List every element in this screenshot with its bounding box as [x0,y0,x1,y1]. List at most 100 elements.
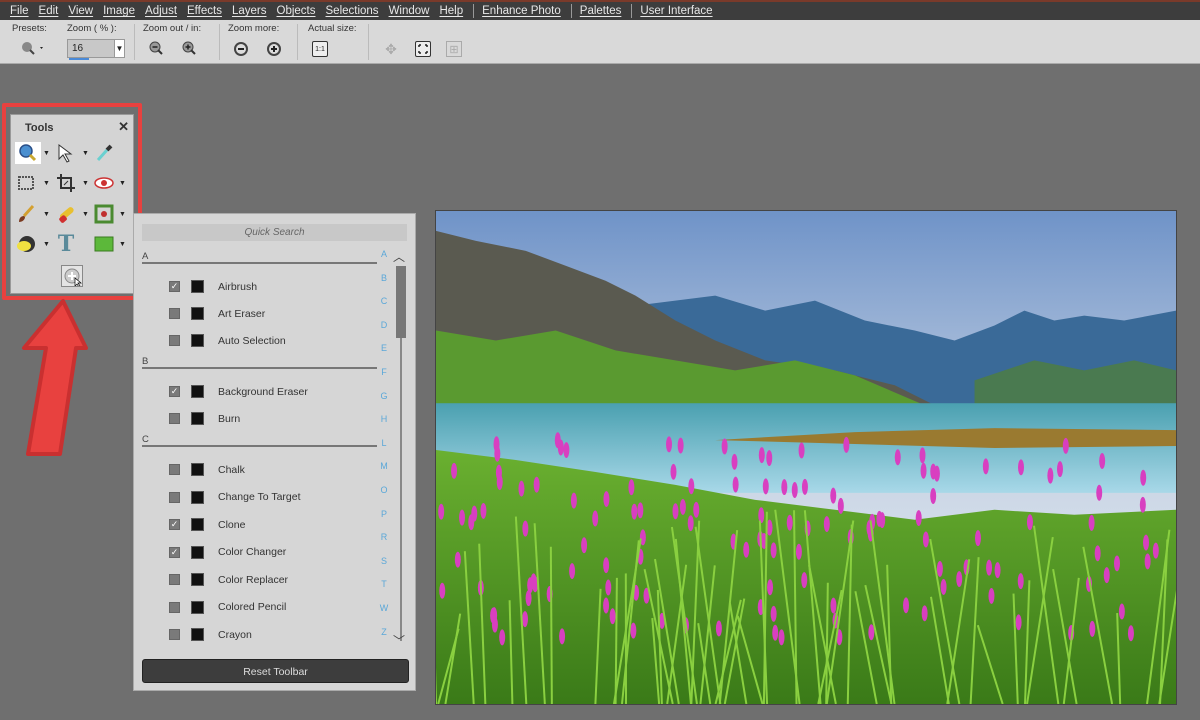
tool-thumbnail-icon [191,412,204,425]
tool-list-item[interactable]: ✓ Airbrush [142,273,377,300]
menu-file[interactable]: File [10,5,29,17]
flower [530,573,537,590]
flower [688,478,695,495]
landscape-photo [435,210,1177,705]
tool-checkbox[interactable] [169,413,180,424]
flower [786,514,793,531]
zoom-toolbar: Presets: Zoom ( % ): Zoom out / in: Zoom… [0,20,1200,64]
index-letter[interactable]: B [377,273,391,297]
index-letter[interactable]: F [377,367,391,391]
flower [762,478,769,495]
flower [801,478,808,495]
index-letter[interactable]: Z [377,627,391,651]
flower [592,510,599,527]
tool-checkbox[interactable] [169,464,180,476]
tool-list-item[interactable]: Art Eraser [142,300,377,327]
tool-checkbox[interactable]: ✓ [169,546,180,558]
tool-list-item[interactable]: Auto Selection [142,327,377,354]
zoom-in-icon[interactable] [181,40,197,56]
index-letter[interactable]: E [377,343,391,367]
tool-checkbox[interactable] [169,335,180,346]
tool-list-item[interactable]: Colored Pencil [142,594,377,622]
tool-checkbox[interactable] [169,491,180,503]
index-letter[interactable]: M [377,461,391,485]
section-letter: B [142,356,149,367]
tool-checkbox[interactable] [169,308,180,319]
fill-window-icon[interactable]: ⊞ [446,41,462,57]
menu-effects[interactable]: Effects [187,5,222,17]
index-letter[interactable]: G [377,391,391,415]
flower [731,453,738,470]
flower [1118,603,1125,620]
flower [1096,484,1103,501]
flower [1127,625,1134,642]
tool-label: Background Eraser [218,385,308,398]
reset-toolbar-button[interactable]: Reset Toolbar [142,659,409,683]
zoom-more-in-icon[interactable] [266,41,282,57]
index-letter[interactable]: R [377,532,391,556]
tool-checkbox[interactable] [169,574,180,586]
tool-checkbox[interactable]: ✓ [169,281,180,292]
menu-selections[interactable]: Selections [326,5,379,17]
quick-search-input[interactable]: Quick Search [142,224,407,241]
scrollbar-thumb[interactable] [396,266,406,338]
tool-list-item[interactable]: Color Replacer [142,566,377,594]
tool-list-item[interactable]: ✓ Background Eraser [142,378,377,405]
flower [679,498,686,515]
index-letter[interactable]: A [377,249,391,273]
index-letter[interactable]: H [377,414,391,438]
tool-list-item[interactable]: Crayon [142,621,377,649]
flower [791,482,798,498]
tool-list-item[interactable]: ✓ Color Changer [142,539,377,567]
tool-label: Color Changer [218,546,287,559]
menu-adjust[interactable]: Adjust [145,5,177,17]
menu-user-interface[interactable]: User Interface [640,5,712,17]
scroll-up-icon[interactable]: ︿ [393,248,405,265]
tool-list-item[interactable]: ✓ Clone [142,511,377,539]
menu-enhance-photo[interactable]: Enhance Photo [482,5,561,17]
index-letter[interactable]: W [377,603,391,627]
menu-help[interactable]: Help [439,5,463,17]
flower [798,442,805,459]
tool-checkbox[interactable]: ✓ [169,519,180,531]
flower [496,474,503,490]
tool-list-item[interactable]: Burn [142,405,377,432]
tool-list-item[interactable]: Chalk [142,456,377,484]
zoom-more-out-icon[interactable] [233,41,249,57]
menu-image[interactable]: Image [103,5,135,17]
tool-list-item[interactable]: Change To Target [142,484,377,512]
tool-label: Crayon [218,628,252,641]
scroll-down-icon[interactable]: ﹀ [393,632,405,649]
zoom-percent-input[interactable]: 16 ▼ [67,39,125,60]
actual-size-button[interactable]: 1:1 [312,41,328,57]
menu-window[interactable]: Window [389,5,430,17]
index-letter[interactable]: P [377,509,391,533]
tool-checkbox[interactable] [169,629,180,641]
flower [438,503,445,520]
flower [994,562,1001,579]
menu-objects[interactable]: Objects [277,5,316,17]
flower [778,629,785,646]
flower [605,579,612,596]
tool-checkbox[interactable] [169,601,180,613]
index-letter[interactable]: T [377,579,391,603]
flower [975,530,981,547]
index-letter[interactable]: D [377,320,391,344]
menu-layers[interactable]: Layers [232,5,267,17]
flower [471,505,478,522]
menu-palettes[interactable]: Palettes [580,5,622,17]
tool-checkbox[interactable]: ✓ [169,386,180,397]
index-letter[interactable]: O [377,485,391,509]
tool-thumbnail-icon [191,545,204,559]
menu-edit[interactable]: Edit [39,5,59,17]
zoom-out-icon[interactable] [148,40,164,56]
fit-image-icon[interactable] [415,41,431,57]
zoom-dropdown-icon[interactable]: ▼ [114,40,124,57]
index-letter[interactable]: L [377,438,391,462]
index-letter[interactable]: C [377,296,391,320]
presets-zoom-icon[interactable] [20,40,46,56]
menu-view[interactable]: View [68,5,93,17]
fit-window-icon[interactable]: ✥ [383,41,399,57]
flower [559,628,566,645]
index-letter[interactable]: S [377,556,391,580]
